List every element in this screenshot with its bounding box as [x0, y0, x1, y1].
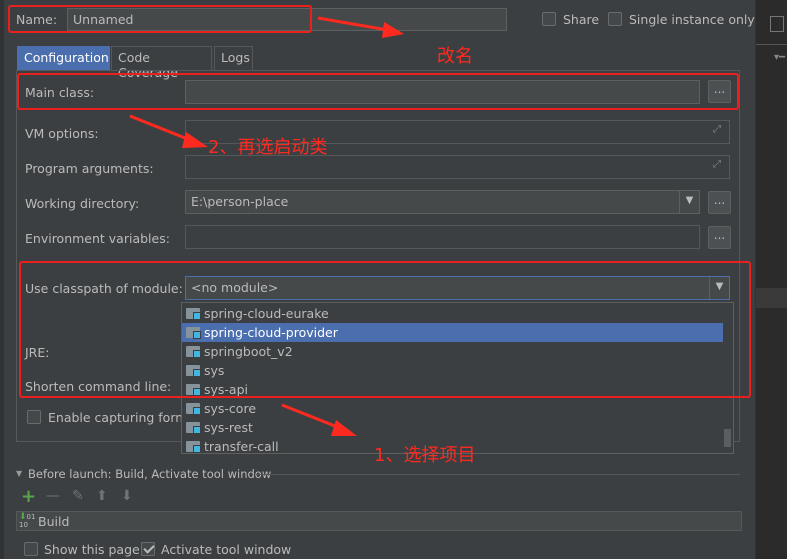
arrowhead-icon [182, 132, 208, 148]
annotation-step1: 1、选择项目 [374, 445, 476, 466]
annotation-step2: 2、再选启动类 [208, 137, 328, 158]
annotation-arrows [129, 16, 404, 436]
arrow-to-rename [317, 16, 389, 32]
arrow-to-main-class [129, 114, 191, 142]
arrowhead-icon [331, 420, 357, 436]
arrow-to-module [281, 403, 341, 430]
arrowhead-icon [382, 22, 404, 38]
annotation-rename: 改名 [437, 46, 473, 67]
